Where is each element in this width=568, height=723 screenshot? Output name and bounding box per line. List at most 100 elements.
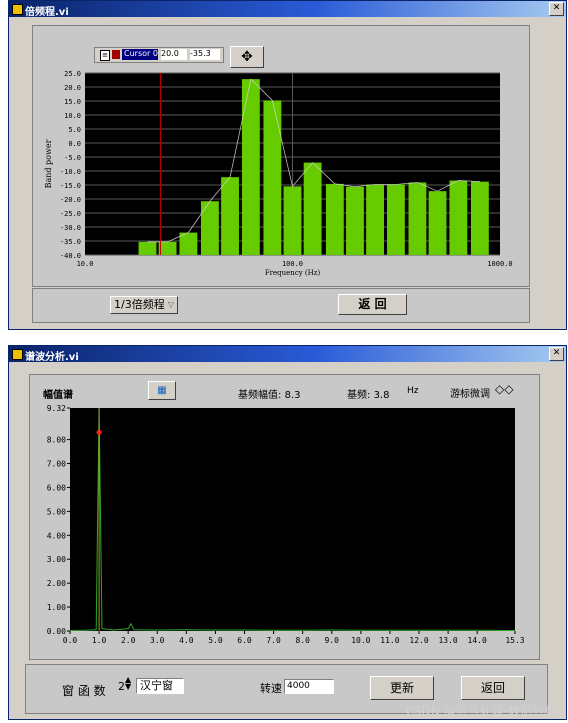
x-tick-label: 8.0 — [295, 636, 310, 645]
octave-window: 倍频程.vi ✕ ≡ Cursor 0 20.0 -35.3 ✥ 25.0 20.… — [8, 0, 567, 330]
x-tick-label: 10.0 — [77, 260, 94, 268]
plot-area — [70, 408, 515, 631]
fundamental-unit: Hz — [407, 386, 419, 396]
y-tick-label: 1.00 — [47, 603, 66, 612]
y-tick-label: 8.00 — [47, 436, 66, 445]
x-tick-label: 13.0 — [438, 636, 457, 645]
cursor-adjust-label: 游标微调 — [450, 389, 490, 400]
x-tick-label: 5.0 — [208, 636, 223, 645]
bar — [138, 241, 157, 255]
window-function-index: 2 — [118, 680, 125, 693]
bar — [386, 184, 405, 255]
octave-band-chart: 25.0 20.0 15.0 10.0 5.0 0.0 -5.0 -10.0 -15.0 -20.… — [44, 70, 513, 277]
y-tick-label: 0.0 — [68, 140, 81, 148]
chart-panel: ≡ Cursor 0 20.0 -35.3 ✥ 25.0 20.0 15.0 10.0… — [32, 25, 530, 287]
speed-label: 转速 — [260, 682, 282, 695]
y-tick-label: -5.0 — [64, 154, 81, 162]
y-tick-label: -30.0 — [60, 224, 81, 232]
y-axis-label: Band power — [44, 139, 53, 188]
cursor-legend[interactable]: ≡ Cursor 0 20.0 -35.3 — [94, 47, 224, 63]
bar — [201, 201, 219, 255]
y-tick-label: -20.0 — [60, 196, 81, 204]
bar — [346, 186, 364, 255]
control-panel: 1/3倍频程 ▽ 返 回 — [32, 288, 530, 323]
speed-input[interactable]: 4000 — [284, 679, 334, 694]
window-title: 谱波分析.vi — [25, 352, 79, 363]
labview-vi-icon — [12, 4, 23, 15]
fundamental-amp-label: 基频幅值: — [238, 390, 282, 401]
watermark: CSDN @信号处理-数据分析 — [405, 704, 556, 718]
x-tick-label: 9.0 — [325, 636, 340, 645]
y-tick-label: -35.0 — [60, 238, 81, 246]
x-axis-label: Frequency (Hz) — [265, 269, 321, 277]
labview-vi-icon — [12, 349, 23, 360]
cursor-color-swatch — [112, 50, 120, 59]
close-button[interactable]: ✕ — [549, 347, 564, 361]
spectrum-window: 谱波分析.vi ✕ 幅值谱 ▦ 基频幅值: 8.3 基频: 3.8 Hz 游标微… — [8, 345, 567, 720]
y-tick-label: 2.00 — [47, 579, 66, 588]
octave-mode-value: 1/3倍频程 — [114, 298, 165, 311]
bar — [470, 181, 489, 255]
bar — [221, 177, 239, 255]
bar — [241, 79, 260, 255]
x-tick-label: 1.0 — [92, 636, 107, 645]
bar — [158, 241, 177, 255]
x-tick-label: 0.0 — [63, 636, 78, 645]
x-tick-label: 6.0 — [237, 636, 252, 645]
y-tick-label: 5.00 — [47, 507, 66, 516]
bar — [408, 182, 427, 255]
update-button[interactable]: 更新 — [370, 676, 434, 700]
x-tick-label: 11.0 — [380, 636, 399, 645]
bar — [366, 184, 384, 255]
x-tick-label: 15.3 — [505, 636, 524, 645]
y-tick-label: 7.00 — [47, 460, 66, 469]
window-function-stepper[interactable]: ▲ ▼ — [125, 676, 131, 691]
y-tick-label: 20.0 — [64, 84, 81, 92]
y-tick-label: 4.00 — [47, 531, 66, 540]
spectrum-panel: 幅值谱 ▦ 基频幅值: 8.3 基频: 3.8 Hz 游标微调 ◇◇ 9.32 8… — [29, 374, 540, 660]
y-tick-label: 0.00 — [47, 627, 66, 636]
return-button[interactable]: 返回 — [461, 676, 525, 700]
bar — [263, 100, 282, 255]
y-tick-label: 6.00 — [47, 483, 66, 492]
bar — [449, 180, 468, 255]
return-button[interactable]: 返 回 — [338, 294, 407, 315]
bar — [428, 191, 447, 255]
y-tick-label: 15.0 — [64, 98, 81, 106]
fundamental: 基频: 3.8 — [347, 386, 389, 401]
cursor-x-value[interactable]: 20.0 — [161, 49, 187, 60]
x-tick-label: 4.0 — [179, 636, 194, 645]
bar — [179, 232, 198, 255]
cursor-move-diamond-icon[interactable]: ✥ — [230, 46, 264, 68]
y-tick-label: 10.0 — [64, 112, 81, 120]
cursor-y-value[interactable]: -35.3 — [190, 49, 220, 60]
cursor-adjust-diamond-icon[interactable]: ◇◇ — [495, 382, 513, 396]
y-tick-label: -40.0 — [60, 252, 81, 260]
fundamental-amp-value: 8.3 — [284, 390, 301, 401]
cursor-name[interactable]: Cursor 0 — [122, 49, 158, 60]
peak-marker — [96, 429, 102, 435]
window-title: 倍频程.vi — [25, 7, 69, 18]
y-tick-label: -25.0 — [60, 210, 81, 218]
bar — [325, 183, 344, 255]
cursor-lock-icon[interactable]: ≡ — [100, 50, 110, 61]
x-tick-label: 14.0 — [468, 636, 487, 645]
x-tick-label: 3.0 — [150, 636, 165, 645]
fundamental-label: 基频: — [347, 390, 371, 401]
close-button[interactable]: ✕ — [549, 2, 564, 16]
x-tick-label: 2.0 — [121, 636, 136, 645]
window-function-select[interactable]: 汉宁窗 — [136, 678, 184, 694]
window-function-label: 窗 函 数 — [62, 684, 106, 698]
graph-palette-icon[interactable]: ▦ — [148, 381, 176, 400]
y-tick-label: -15.0 — [60, 182, 81, 190]
fundamental-value: 3.8 — [373, 390, 390, 401]
y-tick-label: 5.0 — [68, 126, 81, 134]
x-tick-label: 12.0 — [409, 636, 428, 645]
fundamental-amp: 基频幅值: 8.3 — [238, 386, 300, 401]
x-tick-label: 100.0 — [282, 260, 303, 268]
octave-mode-select[interactable]: 1/3倍频程 ▽ — [110, 296, 178, 314]
title-bar: 谱波分析.vi ✕ — [9, 346, 566, 363]
title-bar: 倍频程.vi ✕ — [9, 1, 566, 18]
y-tick-label: 25.0 — [64, 70, 81, 78]
y-tick-label: 9.32 — [47, 404, 66, 413]
